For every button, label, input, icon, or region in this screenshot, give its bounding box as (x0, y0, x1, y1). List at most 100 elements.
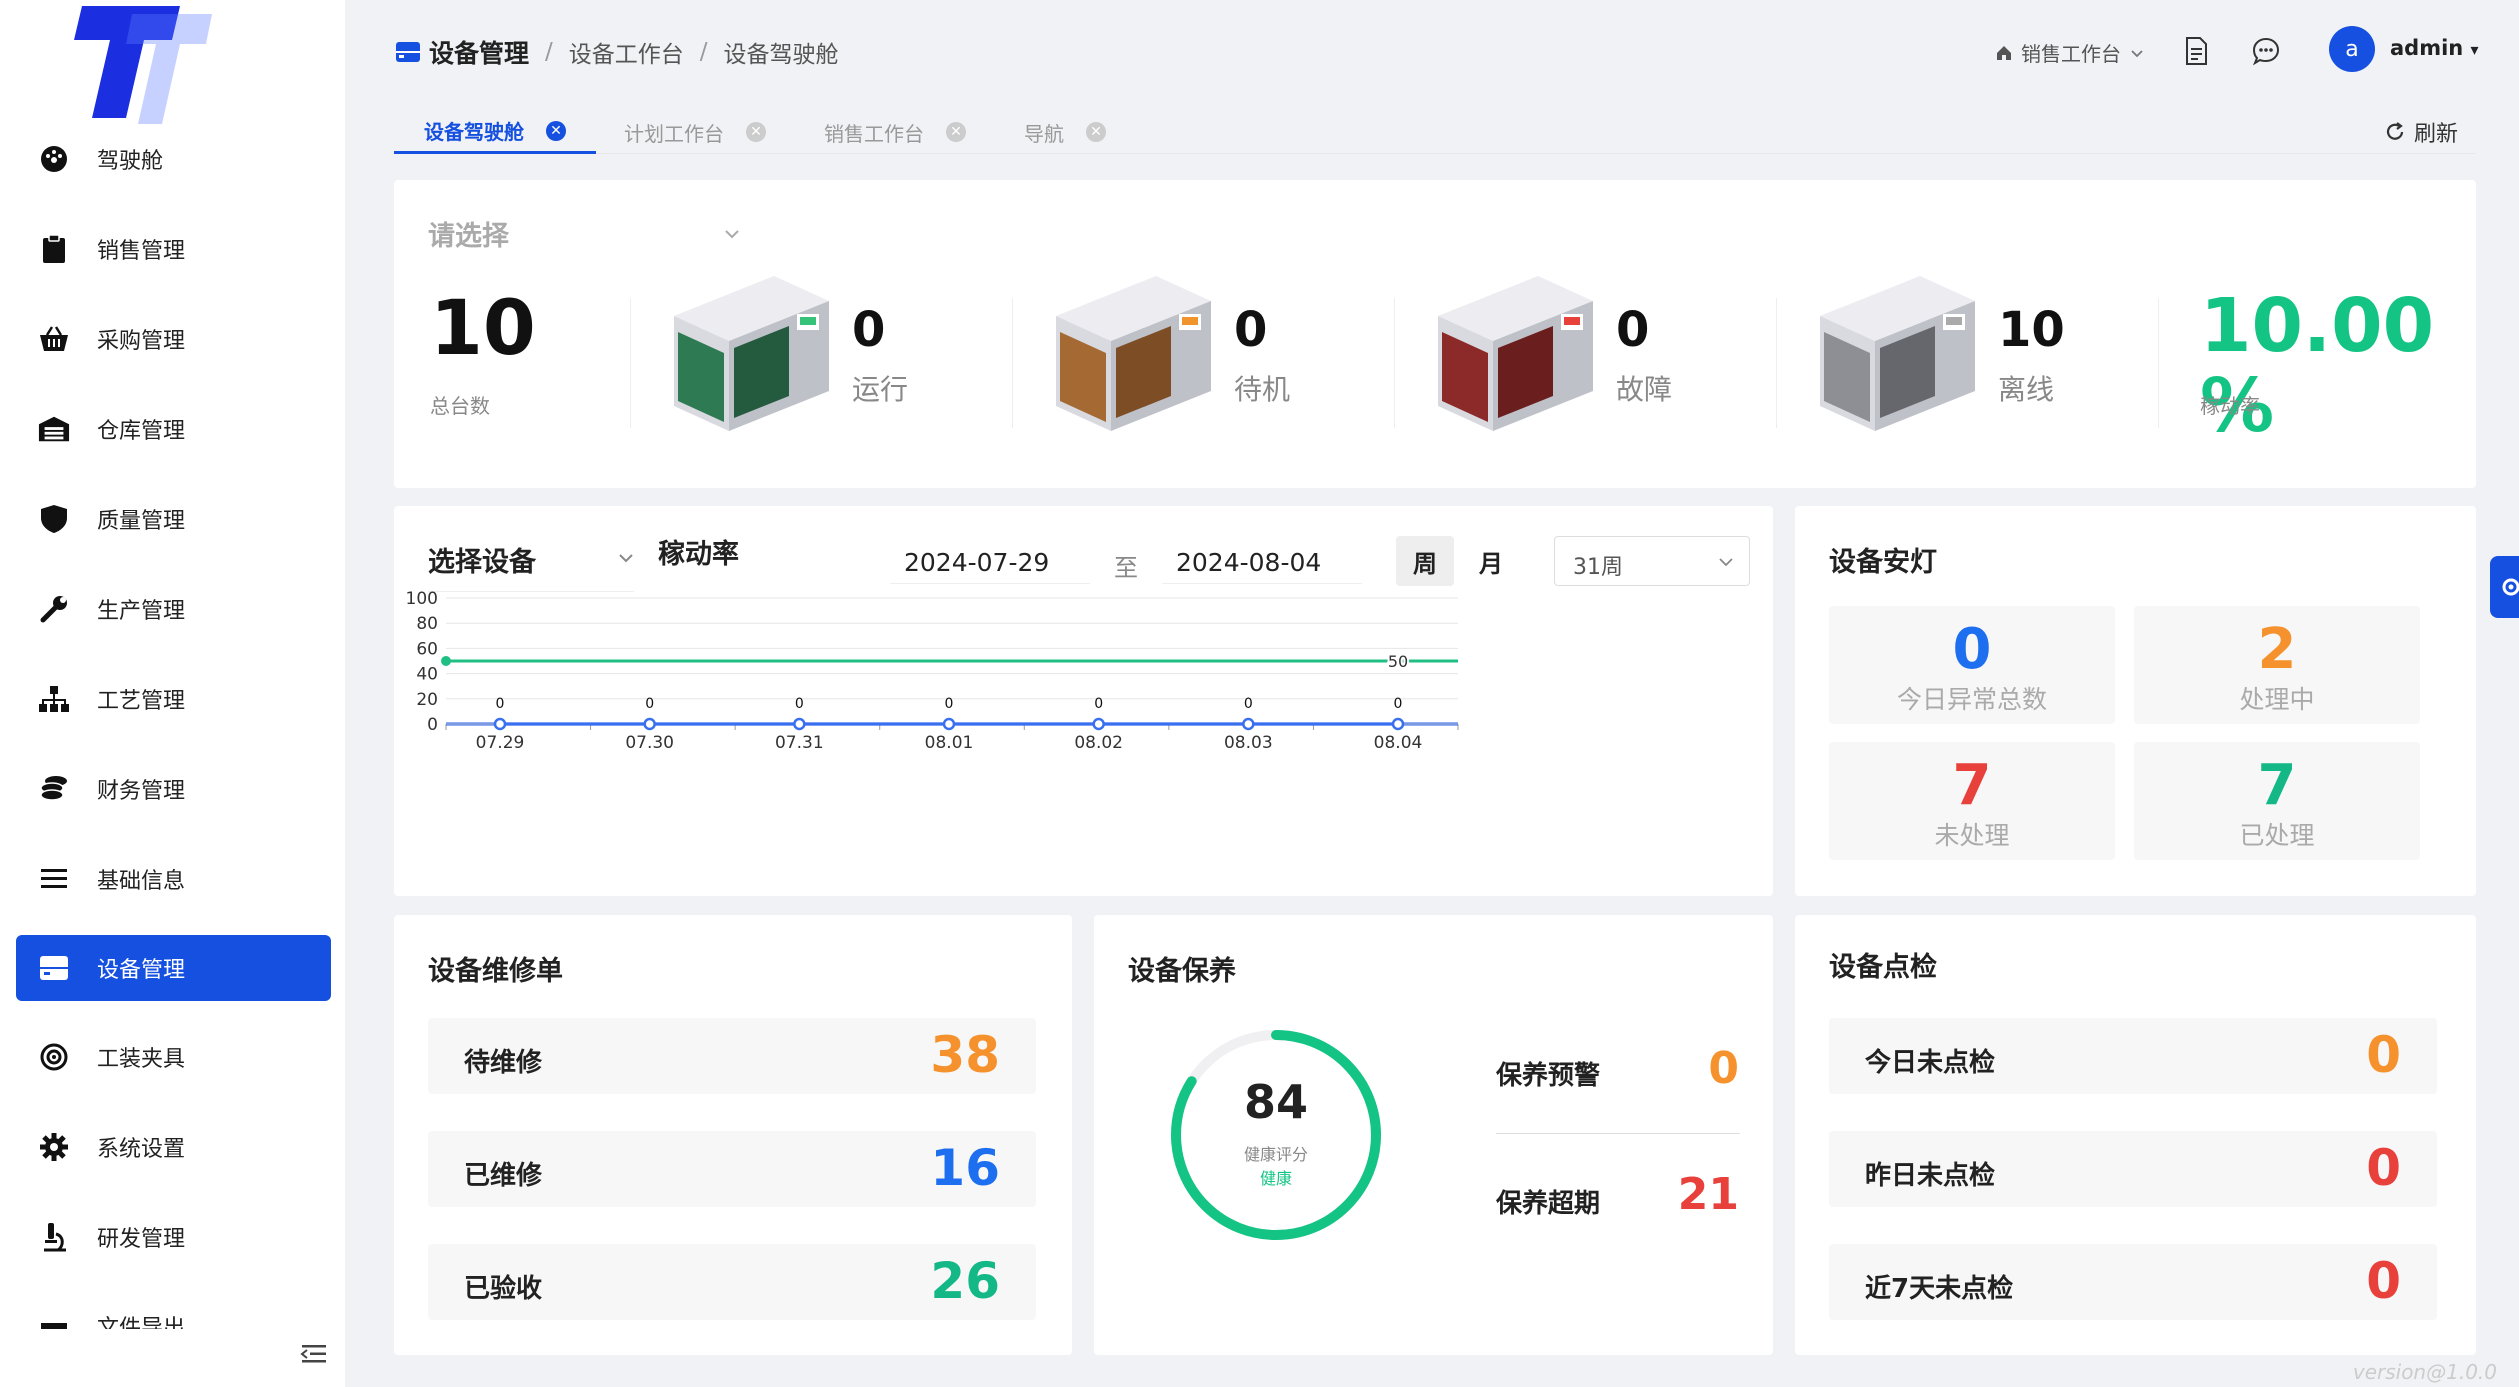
andon-tile-processing[interactable]: 2 处理中 (2134, 606, 2420, 724)
offline-count: 10 (1998, 302, 2065, 358)
sidebar-item-sales[interactable]: 销售管理 (16, 216, 331, 282)
message-icon[interactable] (2251, 36, 2281, 66)
divider (1496, 1133, 1740, 1134)
repair-row-repaired[interactable]: 已维修 16 (428, 1131, 1036, 1207)
wrench-icon (38, 593, 70, 625)
repair-row-accepted[interactable]: 已验收 26 (428, 1244, 1036, 1320)
avatar[interactable]: a (2329, 26, 2375, 72)
standby-label: 待机 (1234, 373, 1291, 406)
inspection-row-yesterday[interactable]: 昨日未点检 0 (1829, 1131, 2437, 1207)
sidebar-item-basic-info[interactable]: 基础信息 (16, 846, 331, 912)
menu-icon (38, 863, 70, 895)
x-tick-label: 08.04 (1374, 733, 1423, 753)
machine-standby-icon (1056, 276, 1211, 431)
tab-label: 设备驾驶舱 (424, 120, 524, 144)
tab-navigation[interactable]: 导航 ✕ (1024, 110, 1106, 154)
sidebar-item-cockpit[interactable]: 驾驶舱 (16, 126, 331, 192)
andon-value: 2 (2257, 617, 2297, 682)
andon-value: 0 (1952, 617, 1992, 682)
utilization-label: 稼动率 (2200, 394, 2260, 418)
document-icon[interactable] (2181, 36, 2211, 66)
data-label: 0 (1244, 696, 1253, 712)
andon-card: 设备安灯 0 今日异常总数 2 处理中 7 未处理 7 已处理 (1795, 506, 2476, 896)
data-label: 0 (1394, 696, 1403, 712)
maintenance-title: 设备保养 (1128, 956, 1236, 987)
andon-value: 7 (1952, 753, 1992, 818)
caret-down-icon: ▾ (2470, 40, 2479, 59)
user-menu[interactable]: admin ▾ (2390, 36, 2479, 60)
sidebar-item-finance[interactable]: 财务管理 (16, 756, 331, 822)
series-point (1391, 717, 1405, 731)
series-point (793, 717, 806, 731)
collapse-sidebar-icon[interactable] (300, 1342, 328, 1366)
version-label: version@1.0.0 (2352, 1360, 2497, 1384)
dashboard-icon (38, 143, 70, 175)
utilization-line-chart: 100 80 60 40 20 0 07.29 07.30 07.31 08.01 08.02 08.… (406, 589, 1459, 753)
clipboard-icon (38, 233, 70, 265)
andon-label: 未处理 (1934, 821, 2010, 850)
running-count: 0 (852, 302, 886, 358)
settings-float-button[interactable] (2490, 556, 2519, 618)
workspace-label: 销售工作台 (2021, 42, 2121, 66)
sidebar-item-process[interactable]: 工艺管理 (16, 666, 331, 732)
close-icon[interactable]: ✕ (746, 122, 766, 142)
andon-tile-today[interactable]: 0 今日异常总数 (1829, 606, 2115, 724)
logo-icon (74, 6, 212, 124)
close-icon[interactable]: ✕ (946, 122, 966, 142)
inspection-row-today[interactable]: 今日未点检 0 (1829, 1018, 2437, 1094)
sidebar-item-tooling[interactable]: 工装夹具 (16, 1024, 331, 1090)
tab-sales-workbench[interactable]: 销售工作台 ✕ (824, 110, 966, 154)
tab-label: 导航 (1024, 121, 1064, 146)
inspection-row-7days[interactable]: 近7天未点检 0 (1829, 1244, 2437, 1320)
tab-label: 销售工作台 (824, 121, 924, 146)
breadcrumb-item[interactable]: 设备工作台 (569, 35, 684, 69)
sidebar-item-rnd[interactable]: 研发管理 (16, 1204, 331, 1270)
breadcrumb-item[interactable]: 设备管理 (429, 34, 529, 70)
row-value: 0 (2366, 1026, 2401, 1084)
refresh-button[interactable]: 刷新 (2384, 116, 2458, 148)
maintenance-overdue-label: 保养超期 (1496, 1189, 1601, 1219)
workspace-dropdown[interactable]: 销售工作台 (1995, 38, 2145, 67)
divider (1012, 298, 1013, 428)
maintenance-overdue-value[interactable]: 21 (1678, 1169, 1739, 1220)
andon-title: 设备安灯 (1829, 547, 1937, 578)
x-tick-label: 08.03 (1224, 733, 1273, 753)
sidebar-item-warehouse[interactable]: 仓库管理 (16, 396, 331, 462)
inspection-card: 设备点检 今日未点检 0 昨日未点检 0 近7天未点检 0 (1795, 915, 2476, 1355)
tab-plan-workbench[interactable]: 计划工作台 ✕ (624, 110, 766, 154)
repair-title: 设备维修单 (428, 956, 563, 987)
device-group-select[interactable]: 请选择 (428, 214, 509, 253)
fault-label: 故障 (1616, 373, 1673, 406)
target-icon (38, 1041, 70, 1073)
close-icon[interactable]: ✕ (546, 120, 566, 141)
shield-icon (38, 503, 70, 535)
series-point (1242, 717, 1255, 731)
andon-tile-unprocessed[interactable]: 7 未处理 (1829, 742, 2115, 860)
close-icon[interactable]: ✕ (1086, 122, 1106, 142)
maintenance-card: 设备保养 84 健康评分 健康 保养预警 0 保养超期 21 (1094, 915, 1773, 1355)
row-value: 38 (930, 1026, 1000, 1084)
sidebar: 驾驶舱 销售管理 采购管理 仓库管理 质量管理 生产管理 工艺管理 财务管理 基… (0, 0, 345, 1387)
standby-count: 0 (1234, 302, 1268, 358)
sidebar-item-quality[interactable]: 质量管理 (16, 486, 331, 552)
basket-icon (38, 323, 70, 355)
sidebar-item-settings[interactable]: 系统设置 (16, 1114, 331, 1180)
repair-card: 设备维修单 待维修 38 已维修 16 已验收 26 (394, 915, 1072, 1355)
andon-tile-processed[interactable]: 7 已处理 (2134, 742, 2420, 860)
x-tick-label: 08.02 (1074, 733, 1123, 753)
chevron-down-icon[interactable] (722, 224, 742, 244)
series-point (493, 717, 507, 731)
sidebar-item-production[interactable]: 生产管理 (16, 576, 331, 642)
refresh-icon (2386, 122, 2404, 140)
sidebar-item-export[interactable]: 文件导出 (16, 1293, 331, 1329)
tab-device-cockpit[interactable]: 设备驾驶舱 ✕ (394, 110, 596, 154)
export-icon (38, 1310, 70, 1329)
sidebar-item-device[interactable]: 设备管理 (16, 935, 331, 1001)
row-label: 近7天未点检 (1865, 1274, 2014, 1304)
sidebar-item-purchase[interactable]: 采购管理 (16, 306, 331, 372)
andon-label: 已处理 (2239, 821, 2315, 850)
data-label: 0 (496, 696, 505, 712)
row-label: 昨日未点检 (1865, 1161, 1996, 1191)
repair-row-pending[interactable]: 待维修 38 (428, 1018, 1036, 1094)
maintenance-warning-value[interactable]: 0 (1708, 1043, 1739, 1094)
